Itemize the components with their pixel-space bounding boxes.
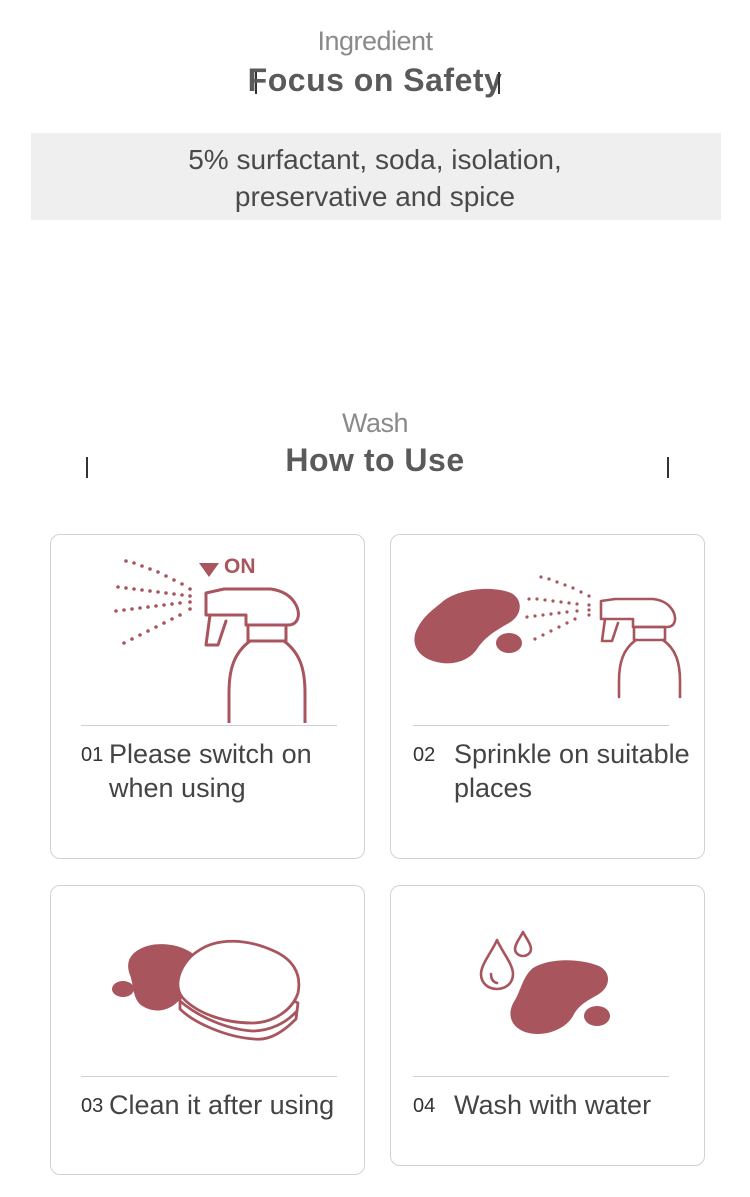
spray-bottle-on-icon [114,559,307,723]
wash-subtitle: Wash [341,408,409,438]
title-bar-right [498,72,500,94]
step-number: 03 [81,1095,104,1117]
step-line-2: when using [109,773,246,803]
spray-stain-icon [414,575,682,699]
step-line-1: Please switch on [109,739,312,769]
ingredient-line-2: preservative and spice [234,181,516,212]
on-badge: ON [224,555,256,578]
step-card-4: 04 Wash with water [390,885,705,1166]
card-divider [413,1076,669,1077]
step-line-1: Sprinkle on suitable [454,739,690,769]
step-line-1: Clean it after using [109,1090,335,1120]
card-divider [81,1076,337,1077]
card-divider [413,725,669,726]
wash-bar-right [667,457,669,478]
wash-title: How to Use [285,442,465,478]
ingredient-title: Focus on Safety [247,62,503,98]
ingredient-line-1: 5% surfactant, soda, isolation, [188,144,562,175]
step-card-2: 02 Sprinkle on suitable places [390,534,705,859]
water-drops-stain-icon [479,930,610,1035]
step-number: 02 [413,744,436,766]
card-divider [81,725,337,726]
ingredient-subtitle: Ingredient [317,26,433,56]
sponge-stain-icon [112,939,301,1041]
step-line-2: places [454,773,533,803]
step-card-1: ON 01 Please switch on when using [50,534,365,859]
step-number: 01 [81,744,104,766]
step-number: 04 [413,1095,436,1117]
step-card-3: 03 Clean it after using [50,885,365,1175]
step-line-1: Wash with water [454,1090,652,1120]
ingredient-text: 5% surfactant, soda, isolation, preserva… [0,141,750,215]
